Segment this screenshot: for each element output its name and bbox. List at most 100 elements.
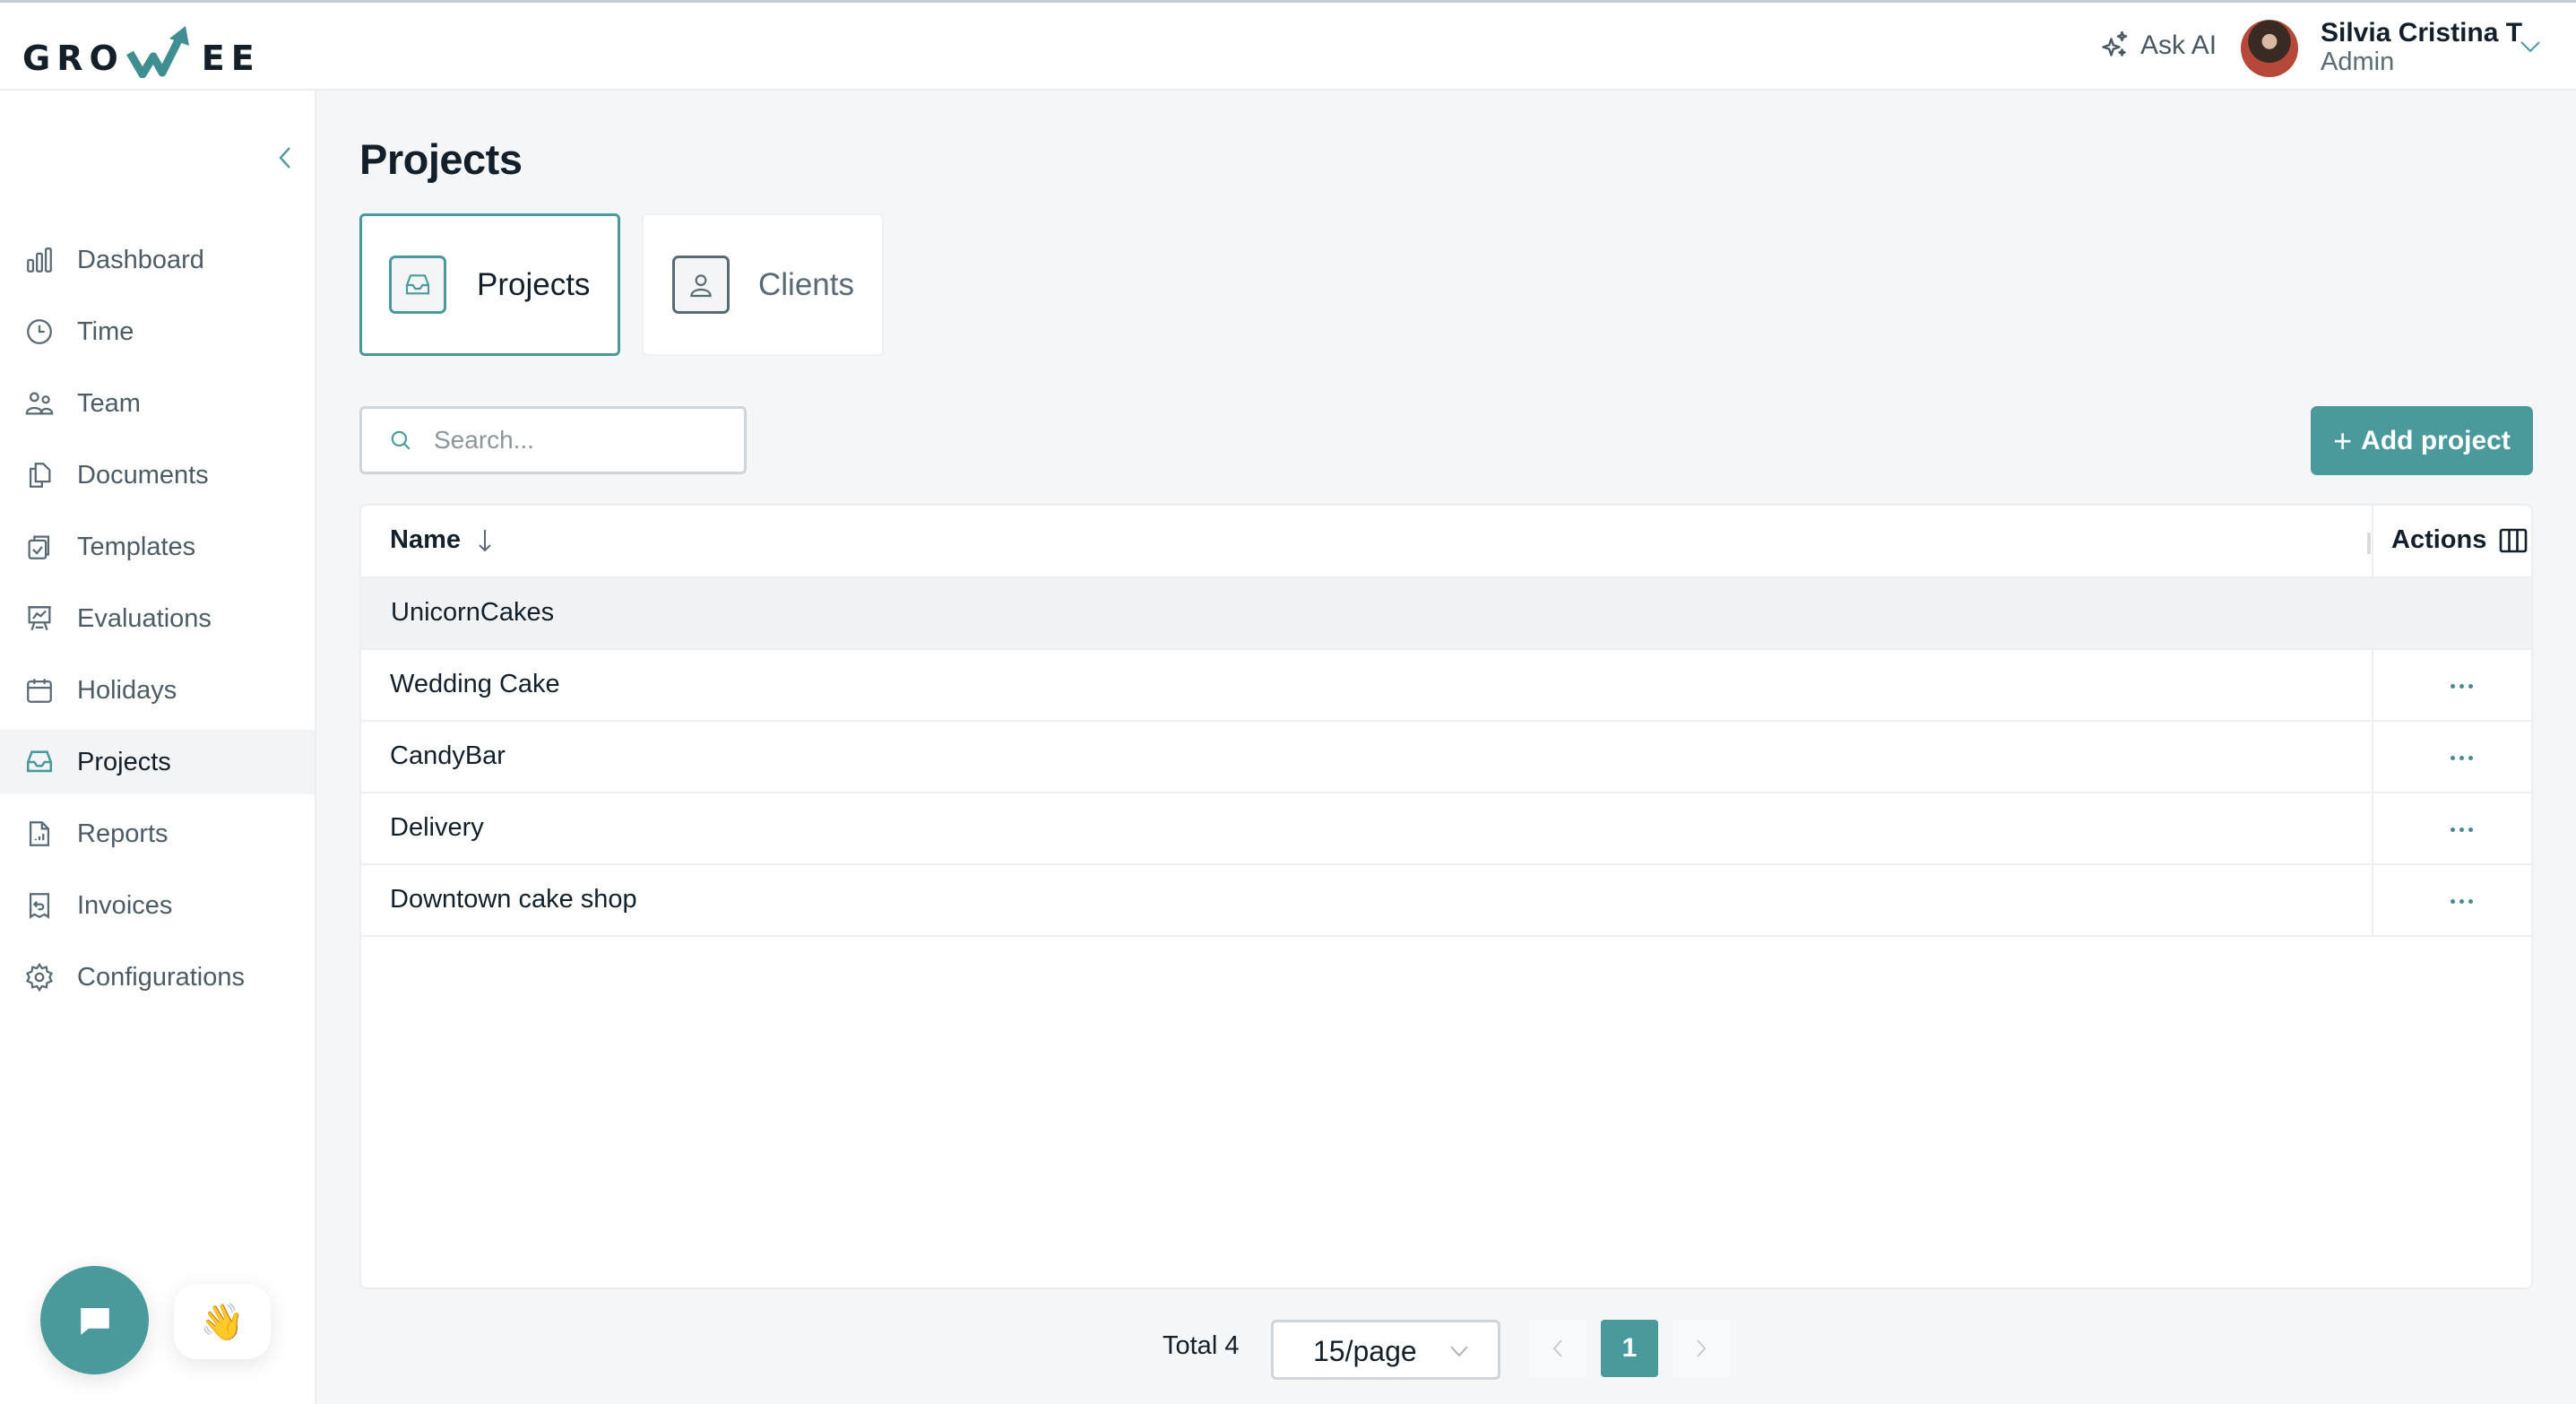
next-page-button[interactable] [1673, 1320, 1730, 1377]
column-divider [2372, 865, 2373, 935]
bar-chart-icon [27, 247, 52, 273]
sidebar-item-reports[interactable]: Reports [0, 802, 315, 866]
more-actions-icon[interactable] [2433, 817, 2490, 842]
column-header-label: Actions [2391, 525, 2487, 554]
column-divider [2372, 650, 2373, 720]
sidebar-item-configurations[interactable]: Configurations [0, 945, 315, 1010]
sidebar-item-label: Reports [77, 819, 169, 848]
page-number-current[interactable]: 1 [1601, 1320, 1658, 1377]
user-role: Admin [2321, 48, 2395, 76]
clipboard-check-icon [28, 535, 50, 559]
tab-icon-box [672, 256, 730, 314]
sidebar-item-templates[interactable]: Templates [0, 515, 315, 579]
tab-icon-box [389, 256, 446, 314]
sidebar-item-label: Evaluations [77, 603, 212, 633]
tab-projects[interactable]: Projects [359, 213, 620, 356]
add-project-label: Add project [2361, 425, 2511, 455]
clock-icon [27, 319, 52, 344]
sidebar-item-evaluations[interactable]: Evaluations [0, 586, 315, 651]
sidebar-item-dashboard[interactable]: Dashboard [0, 228, 315, 292]
report-file-icon [29, 821, 50, 846]
chevron-left-icon[interactable] [273, 144, 297, 171]
table-row[interactable]: CandyBar [361, 722, 2531, 793]
column-header-actions: Actions [2391, 525, 2528, 555]
more-actions-icon[interactable] [2433, 888, 2490, 914]
sidebar-item-label: Holidays [77, 675, 177, 705]
columns-icon[interactable] [2499, 528, 2528, 553]
chevron-right-icon [1697, 1339, 1707, 1357]
column-divider [2372, 506, 2373, 576]
more-actions-icon[interactable] [2433, 673, 2490, 698]
sidebar-item-label: Configurations [77, 962, 245, 992]
tab-label: Clients [758, 266, 854, 302]
project-name: Downtown cake shop [390, 885, 637, 914]
more-actions-icon[interactable] [2433, 745, 2490, 770]
inbox-icon [26, 750, 53, 773]
sidebar-item-label: Documents [77, 460, 209, 490]
add-project-button[interactable]: + Add project [2311, 406, 2533, 475]
user-icon [690, 273, 712, 297]
sidebar-item-label: Templates [77, 532, 196, 561]
table-row[interactable]: Wedding Cake [361, 650, 2531, 722]
sidebar-item-time[interactable]: Time [0, 299, 315, 364]
chevron-down-icon [1450, 1346, 1468, 1357]
plus-icon: + [2333, 421, 2353, 459]
growth-arrow-icon [125, 26, 189, 78]
sort-arrow-down-icon[interactable] [477, 527, 493, 554]
calendar-icon [27, 679, 52, 703]
previous-page-button[interactable] [1529, 1320, 1586, 1377]
sidebar-item-team[interactable]: Team [0, 371, 315, 436]
documents-icon [29, 463, 51, 488]
chevron-down-icon[interactable] [2517, 37, 2544, 56]
wave-button[interactable]: 👋 [174, 1284, 271, 1359]
logo-text-left: GRO [22, 39, 125, 78]
page-title: Projects [359, 135, 523, 183]
chat-button[interactable] [40, 1266, 149, 1374]
column-header-label: Name [390, 525, 461, 554]
tab-clients[interactable]: Clients [642, 213, 884, 356]
project-name: CandyBar [390, 741, 506, 770]
logo[interactable]: GRO EE [22, 19, 261, 78]
chat-bubble-icon [80, 1307, 109, 1335]
column-divider [2372, 793, 2373, 863]
chevron-left-icon [1552, 1339, 1562, 1357]
sidebar-item-label: Time [77, 316, 134, 346]
user-name: Silvia Cristina T [2321, 18, 2523, 48]
sidebar-item-projects[interactable]: Projects [0, 730, 315, 794]
table-row[interactable]: Delivery [361, 793, 2531, 865]
tab-label: Projects [477, 266, 591, 302]
sidebar-item-label: Dashboard [77, 245, 204, 274]
pagination-total: Total 4 [1163, 1331, 1240, 1360]
project-name: Delivery [390, 813, 484, 842]
sidebar-item-label: Projects [77, 747, 171, 776]
sidebar-item-label: Team [77, 388, 141, 418]
ask-ai-button[interactable]: Ask AI [2099, 30, 2217, 62]
ask-ai-label: Ask AI [2140, 30, 2217, 60]
project-name: Wedding Cake [390, 670, 560, 698]
search-input[interactable] [434, 426, 730, 455]
column-divider [2372, 722, 2373, 792]
waving-hand-icon: 👋 [200, 1302, 245, 1342]
page-size-value: 15/page [1313, 1335, 1417, 1367]
page-size-select[interactable]: 15/page [1271, 1320, 1500, 1380]
sidebar-item-label: Invoices [77, 890, 173, 920]
sidebar-item-invoices[interactable]: Invoices [0, 873, 315, 938]
avatar[interactable] [2241, 20, 2298, 77]
column-header-name[interactable]: Name [390, 525, 493, 555]
presentation-chart-icon [28, 606, 51, 631]
group-row[interactable]: UnicornCakes [361, 578, 2531, 650]
users-icon [25, 392, 54, 415]
table-row[interactable]: Downtown cake shop [361, 865, 2531, 937]
group-name: UnicornCakes [391, 598, 555, 627]
logo-text-right: EE [201, 39, 261, 78]
app-header: GRO EE Ask AI Silvia Cristina T Admin [0, 3, 2576, 91]
inbox-icon [405, 273, 430, 294]
column-resize-handle[interactable] [2367, 533, 2371, 554]
projects-table: Name Actions UnicornCakes Wedding Cake C… [359, 504, 2533, 1289]
sidebar-item-holidays[interactable]: Holidays [0, 658, 315, 723]
sidebar: Dashboard Time Team Documents Templates … [0, 91, 316, 1404]
search-icon [391, 430, 411, 450]
sidebar-item-documents[interactable]: Documents [0, 443, 315, 507]
sparkles-icon [2102, 30, 2128, 56]
table-header: Name Actions [361, 506, 2531, 578]
